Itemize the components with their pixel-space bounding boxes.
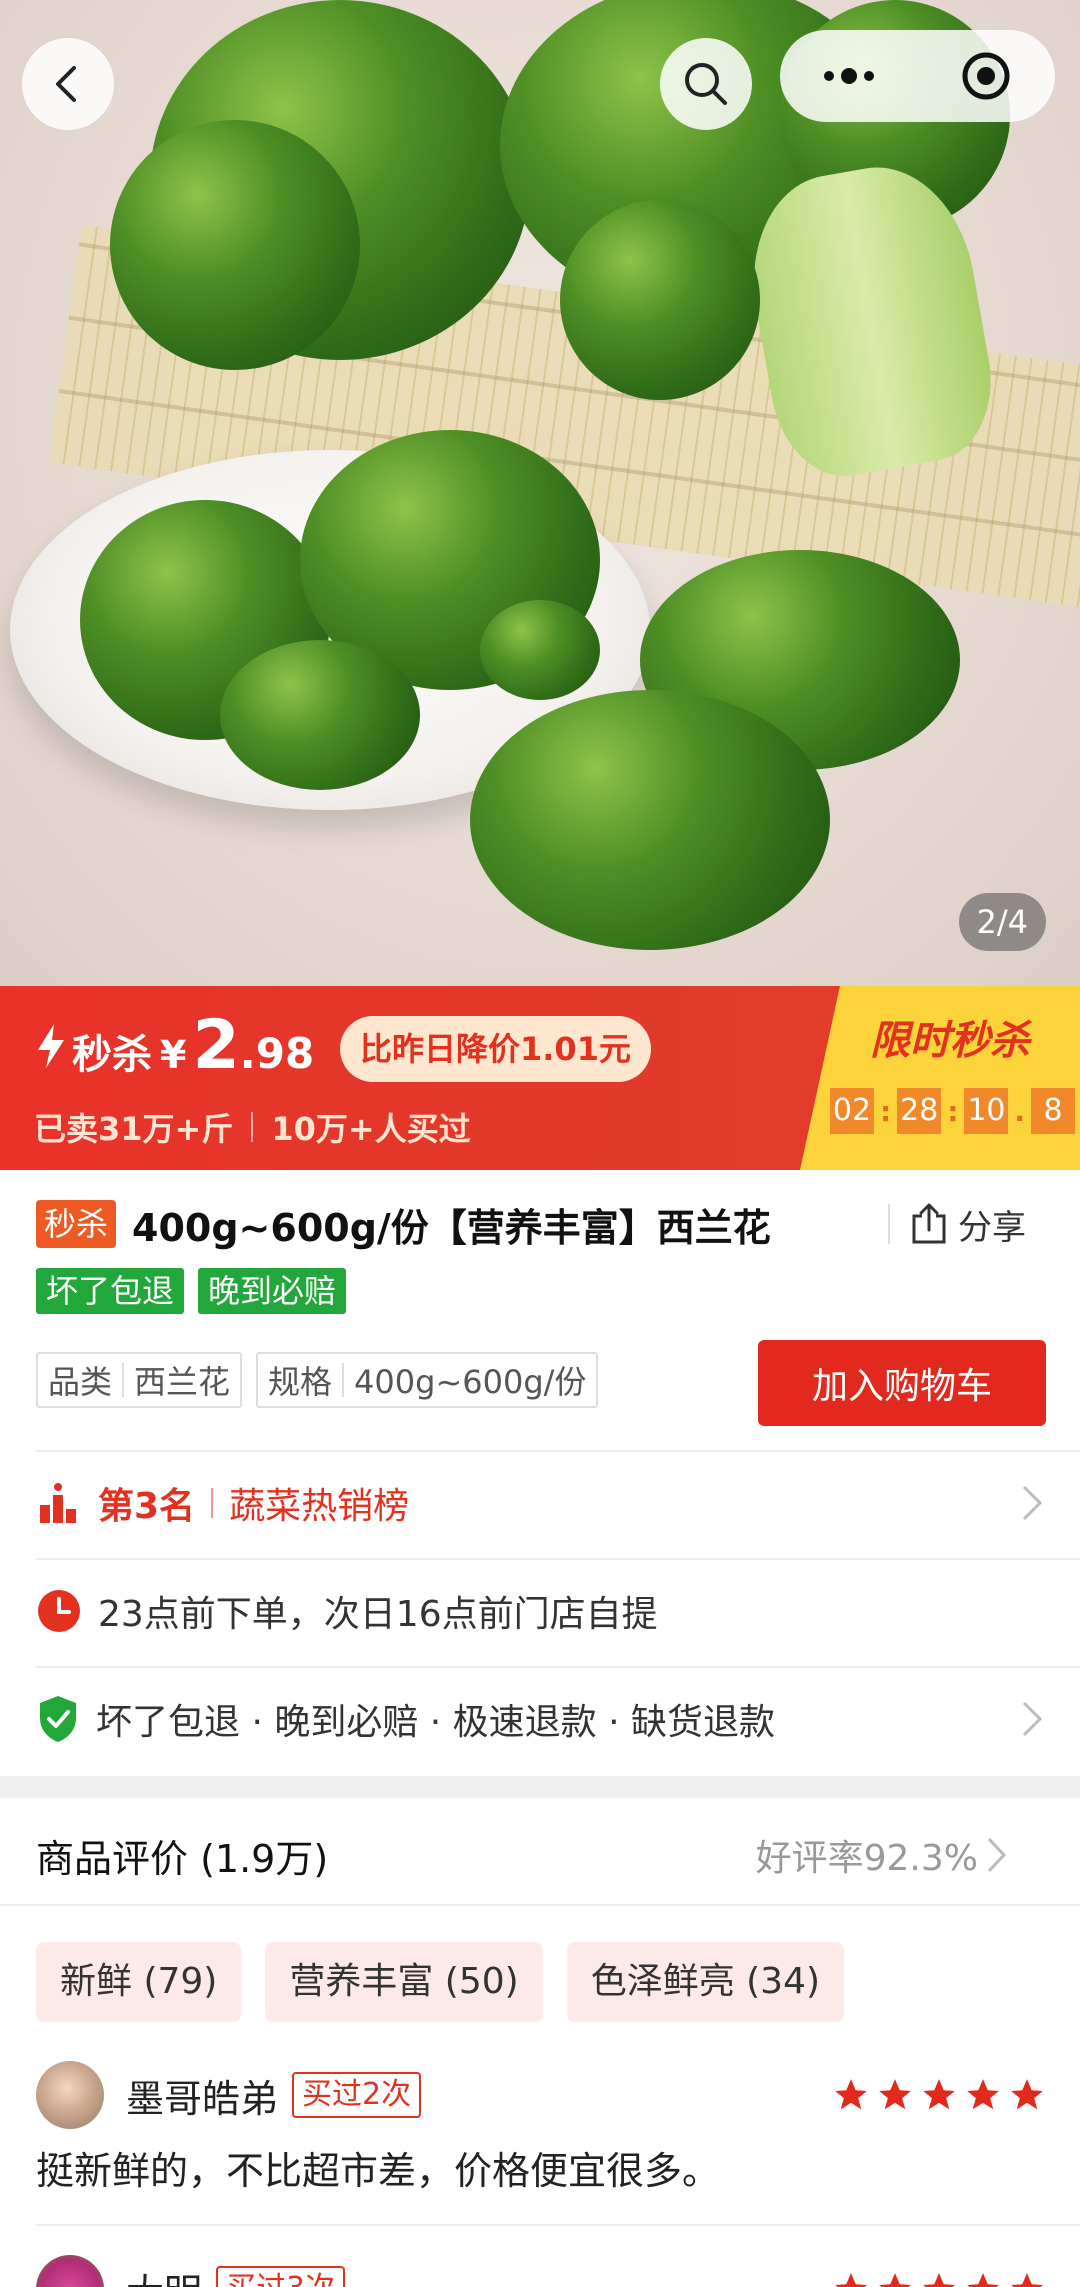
badge-refund: 坏了包退: [36, 1268, 185, 1314]
star-icon: [835, 2079, 867, 2110]
product-title: 400g~600g/份【营养丰富】西兰花: [132, 1205, 771, 1250]
delivery-text: 23点前下单，次日16点前门店自提: [98, 1594, 658, 1635]
guarantee-text: 坏了包退 · 晚到必赔 · 极速退款 · 缺货退款: [96, 1702, 775, 1743]
add-to-cart-button[interactable]: 加入购物车: [758, 1340, 1046, 1426]
countdown-panel: 限时秒杀 02 : 28 : 10 . 8: [800, 986, 1080, 1170]
star-icon: [1011, 2079, 1043, 2110]
rank-list-name: 蔬菜热销榜: [229, 1486, 410, 1527]
spec-value: 400g~600g/份: [354, 1363, 587, 1401]
chevron-right-icon: [1022, 1701, 1043, 1737]
reviews-header[interactable]: 商品评价 (1.9万) 好评率92.3%: [36, 1822, 1044, 1888]
share-button[interactable]: 分享: [888, 1196, 1026, 1252]
rating-stars: [832, 2270, 1046, 2287]
image-counter: 2/4: [958, 893, 1046, 951]
avatar: [36, 2255, 104, 2287]
search-button[interactable]: [660, 38, 752, 130]
positive-rate-text: 好评率92.3%: [755, 1838, 978, 1879]
shield-check-icon: [40, 1696, 76, 1742]
product-image-gallery[interactable]: 2/4: [0, 0, 1080, 986]
review-tag[interactable]: 营养丰富 (50): [265, 1942, 543, 2022]
star-icon: [879, 2273, 911, 2287]
price-decimal: .98: [239, 1029, 315, 1078]
timer-hours: 02: [830, 1088, 874, 1134]
reviews-title: 商品评价 (1.9万): [36, 1836, 329, 1881]
close-button[interactable]: [918, 30, 1056, 122]
bought-badge: 买过2次: [292, 2072, 422, 2118]
rank-position: 第3名: [98, 1486, 196, 1527]
rating-stars: [832, 2076, 1046, 2114]
spec-value: 西兰花: [134, 1363, 231, 1401]
star-icon: [1011, 2273, 1043, 2287]
chevron-right-icon: [1022, 1485, 1043, 1521]
badge-late-compensation: 晚到必赔: [198, 1268, 347, 1314]
delivery-row: 23点前下单，次日16点前门店自提: [36, 1578, 1080, 1644]
review-tag[interactable]: 色泽鲜亮 (34): [566, 1942, 845, 2022]
positive-rate: 好评率92.3%: [756, 1829, 1008, 1881]
avatar: [36, 2061, 104, 2129]
star-icon: [967, 2273, 999, 2287]
star-icon: [967, 2079, 999, 2110]
target-icon: [962, 52, 1010, 100]
guarantee-badges: 坏了包退 晚到必赔: [36, 1268, 347, 1314]
spec-tags: 品类 西兰花 规格 400g~600g/份: [36, 1352, 599, 1408]
star-icon: [879, 2079, 911, 2110]
section-divider: [0, 1776, 1080, 1798]
currency-symbol: ¥: [160, 1033, 187, 1077]
share-label: 分享: [958, 1207, 1026, 1248]
bought-badge: 买过3次: [216, 2266, 346, 2287]
clock-icon: [38, 1590, 80, 1632]
share-icon: [912, 1203, 946, 1244]
back-icon: [56, 66, 76, 102]
timer-seconds: 10: [964, 1088, 1009, 1134]
review-tags: 新鲜 (79) 营养丰富 (50) 色泽鲜亮 (34): [36, 1942, 845, 2022]
sold-count: 已卖31万+斤: [34, 1110, 234, 1148]
sales-stats: 已卖31万+斤 10万+人买过: [34, 1104, 471, 1150]
flash-sale-bar: 秒杀 ¥ 2 .98 比昨日降价1.01元 已卖31万+斤 10万+人买过 限时…: [0, 986, 1080, 1170]
spec-key: 品类: [48, 1363, 113, 1401]
chevron-right-icon: [987, 1837, 1007, 1873]
star-icon: [835, 2273, 867, 2287]
reviewer-name: 墨哥皓弟: [126, 2076, 279, 2121]
mini-program-capsule: [780, 30, 1055, 122]
promo-title: 限时秒杀: [870, 1018, 1030, 1064]
review-tag[interactable]: 新鲜 (79): [36, 1942, 242, 2022]
sale-tag: 秒杀: [36, 1200, 117, 1248]
buyer-count: 10万+人买过: [271, 1110, 471, 1148]
review-text: 挺新鲜的，不比超市差，价格便宜很多。: [36, 2149, 721, 2193]
back-button[interactable]: [22, 38, 114, 130]
guarantee-row[interactable]: 坏了包退 · 晚到必赔 · 极速退款 · 缺货退款: [36, 1686, 1080, 1752]
timer-tenths: 8: [1031, 1088, 1076, 1134]
spec-category: 品类 西兰花: [36, 1352, 243, 1408]
more-icon: [823, 68, 874, 84]
spec-size: 规格 400g~600g/份: [256, 1352, 599, 1408]
lightning-icon: [38, 1023, 64, 1068]
price-integer: 2: [192, 1006, 240, 1085]
search-icon: [685, 63, 727, 105]
price-drop-badge: 比昨日降价1.01元: [340, 1016, 651, 1082]
ranking-row[interactable]: 第3名 蔬菜热销榜: [36, 1470, 1080, 1536]
product-title-row: 秒杀 400g~600g/份【营养丰富】西兰花 分享: [36, 1196, 1056, 1252]
flash-price: 秒杀 ¥ 2 .98: [34, 1006, 314, 1085]
review-item: 墨哥皓弟 买过2次: [36, 2060, 1046, 2130]
ranking-icon: [40, 1483, 76, 1523]
flash-label: 秒杀: [72, 1032, 152, 1078]
star-icon: [923, 2079, 955, 2110]
reviewer-name: 大明: [126, 2262, 202, 2287]
star-icon: [923, 2273, 955, 2287]
timer-minutes: 28: [897, 1088, 942, 1134]
review-item: 大明 买过3次: [36, 2254, 1046, 2287]
more-button[interactable]: [780, 30, 918, 122]
spec-key: 规格: [268, 1363, 333, 1401]
countdown-timer: 02 : 28 : 10 . 8: [830, 1088, 1076, 1134]
